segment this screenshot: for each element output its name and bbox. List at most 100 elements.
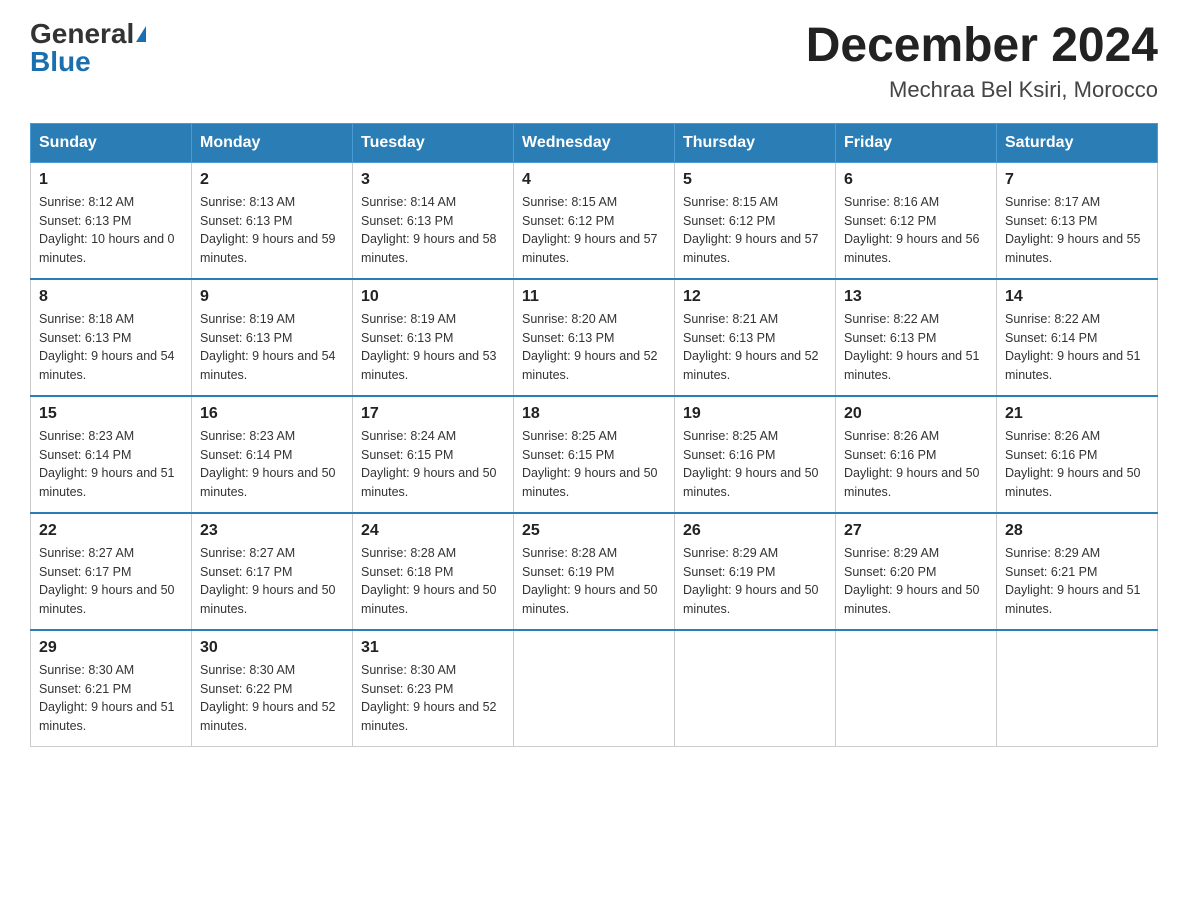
col-wednesday: Wednesday: [514, 123, 675, 162]
table-row: 23 Sunrise: 8:27 AM Sunset: 6:17 PM Dayl…: [192, 513, 353, 630]
day-info: Sunrise: 8:15 AM Sunset: 6:12 PM Dayligh…: [683, 193, 827, 268]
table-row: 18 Sunrise: 8:25 AM Sunset: 6:15 PM Dayl…: [514, 396, 675, 513]
day-number: 15: [39, 405, 183, 423]
col-friday: Friday: [836, 123, 997, 162]
day-info: Sunrise: 8:22 AM Sunset: 6:13 PM Dayligh…: [844, 310, 988, 385]
day-number: 19: [683, 405, 827, 423]
day-number: 30: [200, 639, 344, 657]
day-number: 12: [683, 288, 827, 306]
day-info: Sunrise: 8:30 AM Sunset: 6:23 PM Dayligh…: [361, 661, 505, 736]
month-year-title: December 2024: [806, 20, 1158, 73]
day-info: Sunrise: 8:27 AM Sunset: 6:17 PM Dayligh…: [39, 544, 183, 619]
table-row: 22 Sunrise: 8:27 AM Sunset: 6:17 PM Dayl…: [31, 513, 192, 630]
table-row: 31 Sunrise: 8:30 AM Sunset: 6:23 PM Dayl…: [353, 630, 514, 747]
calendar-week-4: 22 Sunrise: 8:27 AM Sunset: 6:17 PM Dayl…: [31, 513, 1158, 630]
calendar-week-1: 1 Sunrise: 8:12 AM Sunset: 6:13 PM Dayli…: [31, 162, 1158, 279]
day-number: 3: [361, 171, 505, 189]
col-tuesday: Tuesday: [353, 123, 514, 162]
table-row: 4 Sunrise: 8:15 AM Sunset: 6:12 PM Dayli…: [514, 162, 675, 279]
day-info: Sunrise: 8:26 AM Sunset: 6:16 PM Dayligh…: [1005, 427, 1149, 502]
day-info: Sunrise: 8:18 AM Sunset: 6:13 PM Dayligh…: [39, 310, 183, 385]
table-row: 8 Sunrise: 8:18 AM Sunset: 6:13 PM Dayli…: [31, 279, 192, 396]
table-row: 9 Sunrise: 8:19 AM Sunset: 6:13 PM Dayli…: [192, 279, 353, 396]
col-monday: Monday: [192, 123, 353, 162]
table-row: 10 Sunrise: 8:19 AM Sunset: 6:13 PM Dayl…: [353, 279, 514, 396]
day-number: 4: [522, 171, 666, 189]
table-row: 14 Sunrise: 8:22 AM Sunset: 6:14 PM Dayl…: [997, 279, 1158, 396]
day-number: 1: [39, 171, 183, 189]
table-row: 5 Sunrise: 8:15 AM Sunset: 6:12 PM Dayli…: [675, 162, 836, 279]
table-row: [997, 630, 1158, 747]
day-number: 28: [1005, 522, 1149, 540]
day-number: 27: [844, 522, 988, 540]
table-row: 2 Sunrise: 8:13 AM Sunset: 6:13 PM Dayli…: [192, 162, 353, 279]
table-row: 3 Sunrise: 8:14 AM Sunset: 6:13 PM Dayli…: [353, 162, 514, 279]
day-number: 13: [844, 288, 988, 306]
table-row: 26 Sunrise: 8:29 AM Sunset: 6:19 PM Dayl…: [675, 513, 836, 630]
day-info: Sunrise: 8:21 AM Sunset: 6:13 PM Dayligh…: [683, 310, 827, 385]
day-number: 5: [683, 171, 827, 189]
day-number: 8: [39, 288, 183, 306]
table-row: 25 Sunrise: 8:28 AM Sunset: 6:19 PM Dayl…: [514, 513, 675, 630]
logo-blue-text: Blue: [30, 48, 91, 76]
day-info: Sunrise: 8:30 AM Sunset: 6:21 PM Dayligh…: [39, 661, 183, 736]
day-number: 22: [39, 522, 183, 540]
table-row: 24 Sunrise: 8:28 AM Sunset: 6:18 PM Dayl…: [353, 513, 514, 630]
day-info: Sunrise: 8:13 AM Sunset: 6:13 PM Dayligh…: [200, 193, 344, 268]
day-number: 29: [39, 639, 183, 657]
day-info: Sunrise: 8:23 AM Sunset: 6:14 PM Dayligh…: [39, 427, 183, 502]
day-number: 11: [522, 288, 666, 306]
day-info: Sunrise: 8:20 AM Sunset: 6:13 PM Dayligh…: [522, 310, 666, 385]
day-number: 24: [361, 522, 505, 540]
day-number: 20: [844, 405, 988, 423]
table-row: 28 Sunrise: 8:29 AM Sunset: 6:21 PM Dayl…: [997, 513, 1158, 630]
table-row: 11 Sunrise: 8:20 AM Sunset: 6:13 PM Dayl…: [514, 279, 675, 396]
calendar-header-row: Sunday Monday Tuesday Wednesday Thursday…: [31, 123, 1158, 162]
table-row: 27 Sunrise: 8:29 AM Sunset: 6:20 PM Dayl…: [836, 513, 997, 630]
day-number: 9: [200, 288, 344, 306]
day-info: Sunrise: 8:15 AM Sunset: 6:12 PM Dayligh…: [522, 193, 666, 268]
location-subtitle: Mechraa Bel Ksiri, Morocco: [806, 77, 1158, 103]
day-number: 26: [683, 522, 827, 540]
table-row: 29 Sunrise: 8:30 AM Sunset: 6:21 PM Dayl…: [31, 630, 192, 747]
day-info: Sunrise: 8:29 AM Sunset: 6:20 PM Dayligh…: [844, 544, 988, 619]
day-number: 21: [1005, 405, 1149, 423]
day-info: Sunrise: 8:22 AM Sunset: 6:14 PM Dayligh…: [1005, 310, 1149, 385]
table-row: [836, 630, 997, 747]
day-info: Sunrise: 8:19 AM Sunset: 6:13 PM Dayligh…: [361, 310, 505, 385]
table-row: 19 Sunrise: 8:25 AM Sunset: 6:16 PM Dayl…: [675, 396, 836, 513]
calendar-week-2: 8 Sunrise: 8:18 AM Sunset: 6:13 PM Dayli…: [31, 279, 1158, 396]
day-number: 25: [522, 522, 666, 540]
table-row: 13 Sunrise: 8:22 AM Sunset: 6:13 PM Dayl…: [836, 279, 997, 396]
day-info: Sunrise: 8:26 AM Sunset: 6:16 PM Dayligh…: [844, 427, 988, 502]
title-block: December 2024 Mechraa Bel Ksiri, Morocco: [806, 20, 1158, 103]
day-number: 6: [844, 171, 988, 189]
day-number: 16: [200, 405, 344, 423]
calendar-week-3: 15 Sunrise: 8:23 AM Sunset: 6:14 PM Dayl…: [31, 396, 1158, 513]
table-row: 15 Sunrise: 8:23 AM Sunset: 6:14 PM Dayl…: [31, 396, 192, 513]
day-info: Sunrise: 8:28 AM Sunset: 6:18 PM Dayligh…: [361, 544, 505, 619]
logo-general-text: General: [30, 20, 134, 48]
day-number: 23: [200, 522, 344, 540]
table-row: 12 Sunrise: 8:21 AM Sunset: 6:13 PM Dayl…: [675, 279, 836, 396]
col-saturday: Saturday: [997, 123, 1158, 162]
table-row: 17 Sunrise: 8:24 AM Sunset: 6:15 PM Dayl…: [353, 396, 514, 513]
table-row: [514, 630, 675, 747]
day-info: Sunrise: 8:14 AM Sunset: 6:13 PM Dayligh…: [361, 193, 505, 268]
day-info: Sunrise: 8:12 AM Sunset: 6:13 PM Dayligh…: [39, 193, 183, 268]
day-info: Sunrise: 8:29 AM Sunset: 6:19 PM Dayligh…: [683, 544, 827, 619]
day-info: Sunrise: 8:16 AM Sunset: 6:12 PM Dayligh…: [844, 193, 988, 268]
day-info: Sunrise: 8:23 AM Sunset: 6:14 PM Dayligh…: [200, 427, 344, 502]
calendar-week-5: 29 Sunrise: 8:30 AM Sunset: 6:21 PM Dayl…: [31, 630, 1158, 747]
table-row: 30 Sunrise: 8:30 AM Sunset: 6:22 PM Dayl…: [192, 630, 353, 747]
table-row: 21 Sunrise: 8:26 AM Sunset: 6:16 PM Dayl…: [997, 396, 1158, 513]
day-number: 2: [200, 171, 344, 189]
day-number: 17: [361, 405, 505, 423]
table-row: 16 Sunrise: 8:23 AM Sunset: 6:14 PM Dayl…: [192, 396, 353, 513]
col-sunday: Sunday: [31, 123, 192, 162]
logo-triangle-icon: [136, 26, 146, 42]
day-info: Sunrise: 8:19 AM Sunset: 6:13 PM Dayligh…: [200, 310, 344, 385]
day-number: 7: [1005, 171, 1149, 189]
day-number: 18: [522, 405, 666, 423]
day-info: Sunrise: 8:30 AM Sunset: 6:22 PM Dayligh…: [200, 661, 344, 736]
